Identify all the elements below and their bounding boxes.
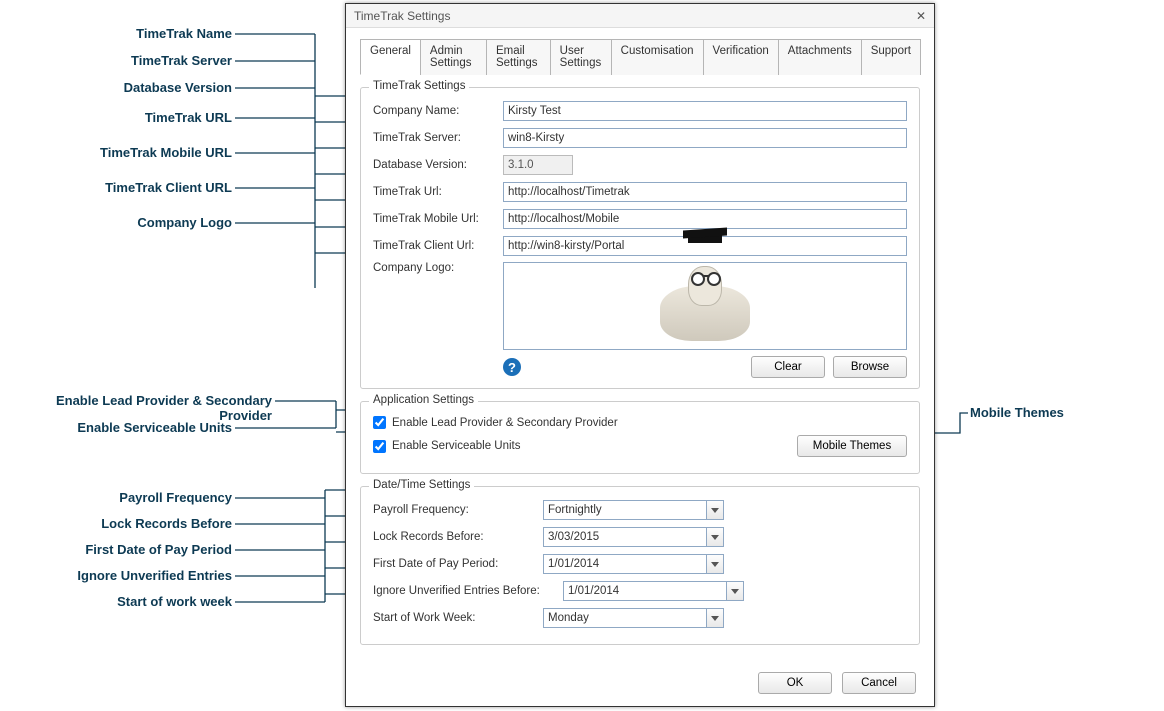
- callout-sow: Start of work week: [117, 594, 232, 609]
- group-legend-dt: Date/Time Settings: [369, 479, 474, 491]
- chevron-down-icon[interactable]: [706, 554, 724, 574]
- ignore-label: Ignore Unverified Entries Before:: [373, 585, 563, 597]
- window-title: TimeTrak Settings: [354, 4, 450, 28]
- company-name-input[interactable]: [503, 101, 907, 121]
- company-name-label: Company Name:: [373, 105, 503, 117]
- tab-user-settings[interactable]: User Settings: [550, 39, 612, 75]
- titlebar[interactable]: TimeTrak Settings ✕: [346, 4, 934, 28]
- callout-logo: Company Logo: [137, 215, 232, 230]
- callout-mobile-url: TimeTrak Mobile URL: [100, 145, 232, 160]
- group-datetime-settings: Date/Time Settings Payroll Frequency: Lo…: [360, 486, 920, 645]
- help-icon[interactable]: ?: [503, 358, 521, 376]
- callout-client-url: TimeTrak Client URL: [105, 180, 232, 195]
- lock-date-input[interactable]: [543, 527, 706, 547]
- payroll-select[interactable]: [543, 500, 706, 520]
- chevron-down-icon[interactable]: [706, 608, 724, 628]
- tab-verification[interactable]: Verification: [703, 39, 779, 75]
- close-icon[interactable]: ✕: [916, 4, 926, 28]
- group-legend: TimeTrak Settings: [369, 80, 469, 92]
- logo-preview: [503, 262, 907, 350]
- tabstrip: General Admin Settings Email Settings Us…: [360, 38, 920, 75]
- url-label: TimeTrak Url:: [373, 186, 503, 198]
- ok-button[interactable]: OK: [758, 672, 832, 694]
- cancel-button[interactable]: Cancel: [842, 672, 916, 694]
- callout-db: Database Version: [124, 80, 232, 95]
- first-pay-label: First Date of Pay Period:: [373, 558, 543, 570]
- ignore-date-input[interactable]: [563, 581, 726, 601]
- lead-provider-checkbox[interactable]: [373, 416, 386, 429]
- callout-mobile-themes: Mobile Themes: [970, 405, 1064, 420]
- mobile-url-input[interactable]: [503, 209, 907, 229]
- graduation-cap-icon: [688, 235, 722, 243]
- lead-provider-label: Enable Lead Provider & Secondary Provide…: [392, 417, 618, 429]
- glasses-icon: [693, 275, 719, 285]
- sow-label: Start of Work Week:: [373, 612, 543, 624]
- lock-label: Lock Records Before:: [373, 531, 543, 543]
- chevron-down-icon[interactable]: [726, 581, 744, 601]
- first-pay-date-input[interactable]: [543, 554, 706, 574]
- chevron-down-icon[interactable]: [706, 527, 724, 547]
- group-legend-app: Application Settings: [369, 394, 478, 406]
- callout-serviceable: Enable Serviceable Units: [77, 420, 232, 435]
- mobile-themes-button[interactable]: Mobile Themes: [797, 435, 907, 457]
- tab-admin-settings[interactable]: Admin Settings: [420, 39, 487, 75]
- settings-dialog: TimeTrak Settings ✕ General Admin Settin…: [345, 3, 935, 707]
- server-input[interactable]: [503, 128, 907, 148]
- group-timetrak-settings: TimeTrak Settings Company Name: TimeTrak…: [360, 87, 920, 389]
- db-version-label: Database Version:: [373, 159, 503, 171]
- callout-lock: Lock Records Before: [101, 516, 232, 531]
- callout-first-pay: First Date of Pay Period: [85, 542, 232, 557]
- payroll-label: Payroll Frequency:: [373, 504, 543, 516]
- sow-select[interactable]: [543, 608, 706, 628]
- chevron-down-icon[interactable]: [706, 500, 724, 520]
- browse-button[interactable]: Browse: [833, 356, 907, 378]
- db-version-input: [503, 155, 573, 175]
- tab-customisation[interactable]: Customisation: [611, 39, 704, 75]
- callout-ignore: Ignore Unverified Entries: [77, 568, 232, 583]
- callout-lead: Enable Lead Provider & Secondary Provide…: [0, 393, 272, 423]
- callout-payroll: Payroll Frequency: [119, 490, 232, 505]
- logo-image: [640, 271, 770, 341]
- callout-url: TimeTrak URL: [145, 110, 232, 125]
- callout-server: TimeTrak Server: [131, 53, 232, 68]
- callout-name: TimeTrak Name: [136, 26, 232, 41]
- server-label: TimeTrak Server:: [373, 132, 503, 144]
- logo-label: Company Logo:: [373, 262, 503, 274]
- client-url-label: TimeTrak Client Url:: [373, 240, 503, 252]
- tab-support[interactable]: Support: [861, 39, 921, 75]
- clear-button[interactable]: Clear: [751, 356, 825, 378]
- serviceable-units-label: Enable Serviceable Units: [392, 440, 521, 452]
- serviceable-units-checkbox[interactable]: [373, 440, 386, 453]
- tab-general[interactable]: General: [360, 39, 421, 75]
- tab-attachments[interactable]: Attachments: [778, 39, 862, 75]
- url-input[interactable]: [503, 182, 907, 202]
- group-application-settings: Application Settings Enable Lead Provide…: [360, 401, 920, 474]
- mobile-url-label: TimeTrak Mobile Url:: [373, 213, 503, 225]
- tab-email-settings[interactable]: Email Settings: [486, 39, 551, 75]
